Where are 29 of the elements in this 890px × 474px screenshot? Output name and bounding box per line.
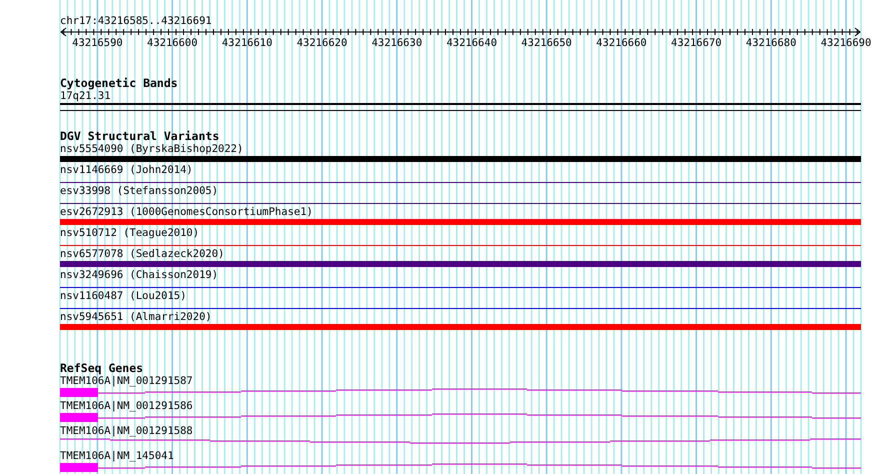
variant-label: nsv1160487 (Lou2015) xyxy=(60,290,186,302)
position-label: 43216600 xyxy=(147,37,198,49)
variant-label: nsv510712 (Teague2010) xyxy=(60,227,200,239)
position-label: 43216640 xyxy=(446,37,498,49)
track-title: DGV Structural Variants xyxy=(60,130,220,143)
variant-label: nsv6577078 (Sedlazeck2020) xyxy=(60,248,224,260)
position-label: 43216670 xyxy=(671,37,722,49)
variant-label: nsv5945651 (Almarri2020) xyxy=(60,311,212,323)
gene-label: TMEM106A|NM_145041 xyxy=(60,450,174,462)
position-label: 43216690 xyxy=(820,37,872,49)
gene-label: TMEM106A|NM_001291588 xyxy=(60,425,193,437)
position-label: 43216620 xyxy=(296,37,348,49)
gene-label: TMEM106A|NM_001291587 xyxy=(60,375,193,387)
variant-label: nsv1146669 (John2014) xyxy=(60,164,193,176)
position-label: 43216650 xyxy=(521,37,572,49)
track-title: Cytogenetic Bands xyxy=(60,77,179,90)
location-label: chr17:43216585..43216691 xyxy=(60,15,213,28)
position-label: 43216660 xyxy=(596,37,647,49)
variant-label: esv2672913 (1000GenomesConsortiumPhase1) xyxy=(60,206,313,218)
band-label: 17q21.31 xyxy=(60,90,111,102)
variant-label: nsv3249696 (Chaisson2019) xyxy=(60,269,218,281)
gene-label: TMEM106A|NM_001291586 xyxy=(60,400,193,412)
position-label: 43216610 xyxy=(222,37,272,49)
variant-label: nsv5554090 (ByrskaBishop2022) xyxy=(60,143,244,155)
position-label: 43216630 xyxy=(372,37,422,49)
variant-label: esv33998 (Stefansson2005) xyxy=(60,185,218,197)
track-title: RefSeq Genes xyxy=(60,362,144,375)
position-label: 43216680 xyxy=(746,37,796,49)
position-label: 43216590 xyxy=(72,37,123,49)
